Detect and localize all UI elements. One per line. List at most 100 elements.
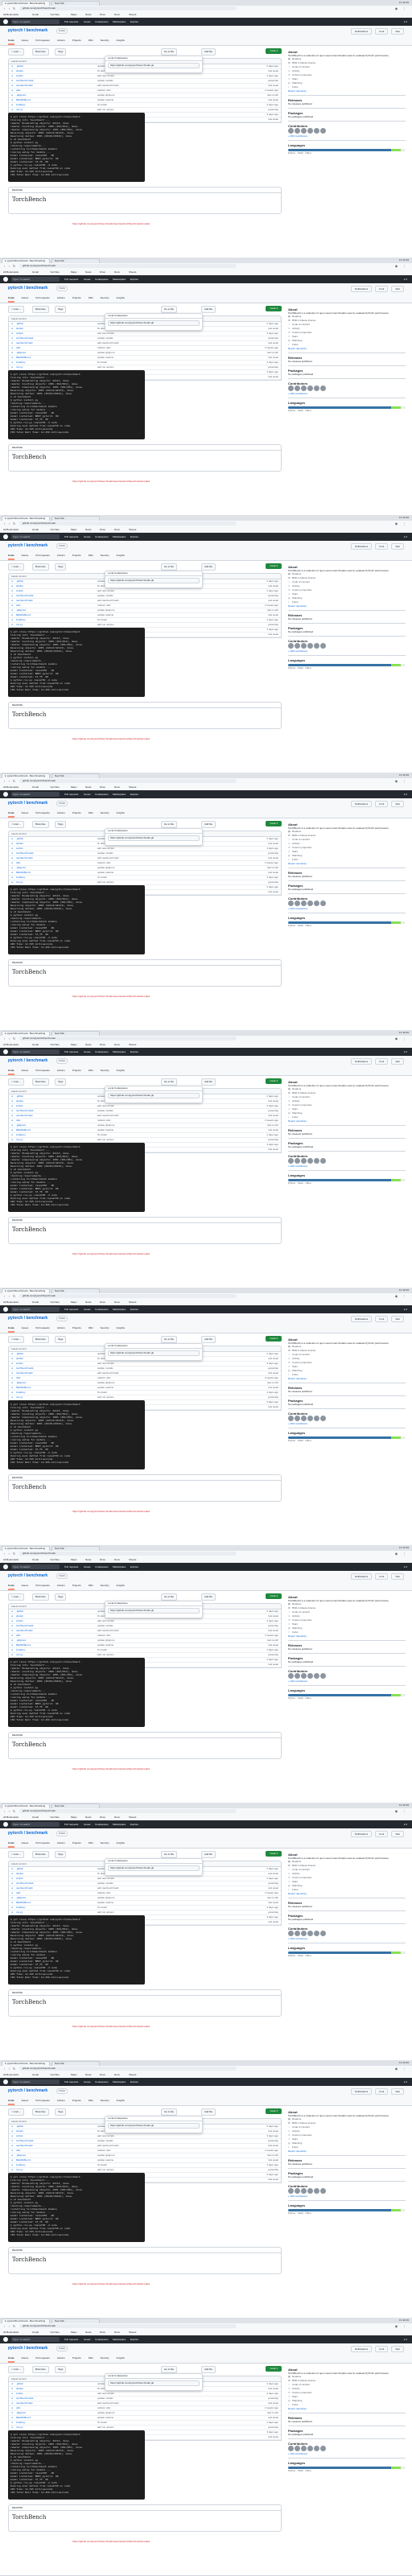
clone-tabs[interactable]: Local Codespaces — [105, 571, 202, 576]
tab-wiki[interactable]: Wiki — [89, 2097, 93, 2104]
nav-pull-requests[interactable]: Pull requests — [64, 1564, 78, 1569]
tab-issues[interactable]: Issues — [22, 295, 29, 301]
star-button[interactable]: Star — [391, 1573, 404, 1580]
report-repository-link[interactable]: Report repository — [288, 1892, 406, 1895]
tab-projects[interactable]: Projects — [72, 1067, 81, 1074]
commit-message[interactable]: add run options — [97, 2426, 114, 2430]
status-link[interactable]: https://github.com/pytorch/benchmark/tre… — [72, 2025, 150, 2028]
tab-pull-requests[interactable]: Pull requests — [35, 295, 49, 301]
go-to-file-input[interactable]: Go to file — [161, 1336, 178, 1343]
commit-message[interactable]: add userbenchmark — [97, 2144, 119, 2148]
repo-title[interactable]: pytorch / benchmark — [8, 543, 47, 548]
profile-icon[interactable]: ◉ — [394, 1552, 398, 1556]
file-name[interactable]: install.py — [16, 361, 26, 365]
nav-explore[interactable]: Explore — [130, 1564, 138, 1569]
avatar[interactable] — [295, 2446, 300, 2451]
bookmark[interactable]: All Bookmarks — [3, 1558, 19, 1562]
more-contributors-link[interactable]: + 200 contributors — [288, 649, 406, 653]
file-name[interactable]: install.py — [16, 876, 26, 880]
bookmark[interactable]: Gmail — [32, 1300, 39, 1304]
nav-pull-requests[interactable]: Pull requests — [64, 534, 78, 539]
file-name[interactable]: utils — [16, 861, 20, 865]
profile-icon[interactable]: ◉ — [394, 1809, 398, 1813]
bookmark[interactable]: Sheets — [129, 1816, 136, 1820]
user-avatar-icon[interactable]: ● ▾ — [404, 1822, 407, 1827]
reload-icon[interactable]: ↻ — [12, 1552, 16, 1556]
bookmark[interactable]: Maps — [71, 13, 76, 17]
file-name[interactable]: .github — [16, 837, 23, 841]
user-avatar-icon[interactable]: ● ▾ — [404, 277, 407, 282]
star-button[interactable]: Star — [391, 801, 404, 807]
avatar[interactable] — [314, 901, 319, 906]
commit-message[interactable]: update readme — [97, 2416, 113, 2420]
report-repository-link[interactable]: Report repository — [288, 1119, 406, 1123]
commit-message[interactable]: add run options — [97, 1138, 114, 1142]
bookmark[interactable]: All Bookmarks — [3, 13, 19, 17]
tab-issues[interactable]: Issues — [22, 552, 29, 558]
commit-message[interactable]: refactor utils — [97, 1119, 110, 1123]
more-contributors-link[interactable]: + 200 contributors — [288, 1680, 406, 1683]
nav-issues[interactable]: Issues — [84, 1307, 91, 1312]
forward-icon[interactable]: › — [7, 264, 11, 268]
add-file-button[interactable]: Add file — [201, 1851, 216, 1858]
file-name[interactable]: scripts — [16, 2134, 23, 2138]
bookmark[interactable]: YouTube — [50, 1558, 60, 1562]
file-name[interactable]: run.py — [16, 1138, 23, 1142]
bookmark[interactable]: YouTube — [50, 2331, 60, 2335]
fork-button[interactable]: Fork — [375, 1316, 389, 1322]
nav-marketplace[interactable]: Marketplace — [113, 277, 126, 282]
report-repository-link[interactable]: Report repository — [288, 2149, 406, 2153]
file-name[interactable]: docker — [16, 1614, 23, 1618]
report-repository-link[interactable]: Report repository — [288, 1377, 406, 1380]
bookmark[interactable]: Maps — [71, 785, 76, 789]
star-button[interactable]: Star — [391, 1316, 404, 1322]
tab-projects[interactable]: Projects — [72, 1325, 81, 1331]
nav-marketplace[interactable]: Marketplace — [113, 2079, 126, 2084]
bookmark[interactable]: YouTube — [50, 2073, 60, 2077]
tab-projects[interactable]: Projects — [72, 810, 81, 816]
file-name[interactable]: README.md — [16, 2158, 31, 2162]
file-name[interactable]: .gitignore — [16, 608, 26, 612]
tab-wiki[interactable]: Wiki — [89, 1067, 93, 1074]
file-name[interactable]: install.py — [16, 1133, 26, 1137]
code-button[interactable]: Code ▾ — [266, 821, 282, 826]
bookmark[interactable]: News — [85, 1558, 92, 1562]
commit-message[interactable]: update gitignore — [97, 1123, 115, 1127]
bookmark[interactable]: Docs — [114, 528, 120, 532]
commit-message[interactable]: fix install — [97, 1133, 107, 1137]
avatar[interactable] — [320, 643, 326, 649]
file-name[interactable]: README.md — [16, 98, 31, 102]
bookmark[interactable]: YouTube — [50, 785, 60, 789]
bookmark[interactable]: All Bookmarks — [3, 1816, 19, 1820]
go-to-file-input[interactable]: Go to file — [161, 1851, 178, 1858]
nav-issues[interactable]: Issues — [84, 1564, 91, 1569]
avatar[interactable] — [307, 1673, 313, 1679]
commit-message[interactable]: update models — [97, 1882, 113, 1886]
reload-icon[interactable]: ↻ — [12, 6, 16, 10]
code-button[interactable]: Code ▾ — [266, 1851, 282, 1857]
file-name[interactable]: torchbenchmark — [16, 851, 34, 855]
branch-select[interactable]: ⑂ main ▾ — [8, 2108, 24, 2116]
avatar[interactable] — [295, 2188, 300, 2194]
clone-tabs[interactable]: Local Codespaces — [105, 2374, 202, 2379]
file-name[interactable]: userbenchmark — [16, 84, 33, 88]
commit-message[interactable]: add userbenchmark — [97, 1114, 119, 1118]
commit-message[interactable]: refactor utils — [97, 346, 110, 350]
file-name[interactable]: .gitignore — [16, 351, 26, 355]
bookmark[interactable]: Maps — [71, 270, 76, 274]
language-item[interactable]: Shell — [298, 2211, 303, 2215]
file-name[interactable]: utils — [16, 346, 20, 350]
branches-link[interactable]: Branches — [32, 306, 49, 313]
commit-message[interactable]: fix install — [97, 1906, 107, 1910]
file-name[interactable]: .github — [16, 579, 23, 583]
commit-message[interactable]: add userbenchmark — [97, 599, 119, 603]
file-name[interactable]: .gitignore — [16, 1123, 26, 1127]
bookmark[interactable]: Docs — [114, 785, 120, 789]
avatar[interactable] — [314, 2446, 319, 2451]
language-item[interactable]: Other — [305, 1181, 311, 1185]
avatar[interactable] — [320, 1416, 326, 1421]
bookmark[interactable]: Drive — [100, 1043, 105, 1047]
language-item[interactable]: Shell — [298, 666, 303, 670]
code-button[interactable]: Code ▾ — [266, 2366, 282, 2372]
clone-url-field[interactable]: https://github.com/pytorch/benchmark.git — [108, 2380, 200, 2386]
